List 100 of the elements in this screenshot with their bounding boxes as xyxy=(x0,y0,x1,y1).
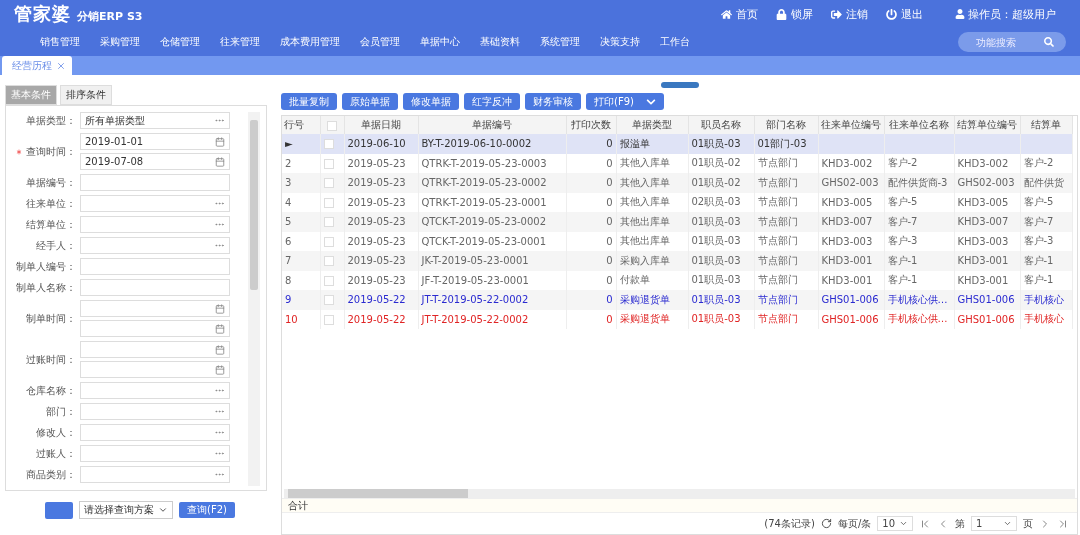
nav-item[interactable]: 单据中心 xyxy=(410,35,470,49)
column-header[interactable]: 职员名称 xyxy=(688,116,754,134)
close-icon[interactable] xyxy=(56,60,66,71)
checkbox[interactable] xyxy=(327,120,337,131)
table-cell: GHS01-006 xyxy=(818,309,884,329)
input-field[interactable] xyxy=(80,237,230,254)
input-field[interactable] xyxy=(80,216,230,233)
calendar-icon[interactable] xyxy=(215,136,225,147)
search-input[interactable]: 功能搜索 xyxy=(974,35,1044,49)
page-tab[interactable]: 经营历程 xyxy=(2,56,72,75)
input-field[interactable] xyxy=(80,300,230,317)
query-button[interactable]: 查询(F2) xyxy=(179,502,235,518)
input-field[interactable]: 所有单据类型 xyxy=(80,112,230,129)
column-header[interactable]: 行号 xyxy=(282,116,320,134)
nav-item[interactable]: 工作台 xyxy=(650,35,700,49)
header-link[interactable]: 退出 xyxy=(886,6,923,22)
column-header[interactable]: 结算单 xyxy=(1020,116,1072,134)
table-cell: 客户-1 xyxy=(884,251,954,271)
print-button[interactable]: 打印(F9) xyxy=(586,93,664,110)
table-cell: 0 xyxy=(566,251,616,271)
column-header[interactable]: 往来单位名称 xyxy=(884,116,954,134)
scheme-select[interactable]: 请选择查询方案 xyxy=(79,501,173,519)
toolbar-button[interactable]: 红字反冲 xyxy=(464,93,520,110)
page-suffix: 页 xyxy=(1023,516,1033,531)
nav-item[interactable]: 往来管理 xyxy=(210,35,270,49)
toolbar-button[interactable]: 修改单据 xyxy=(403,93,459,110)
checkbox[interactable] xyxy=(323,217,334,228)
checkbox[interactable] xyxy=(323,256,334,267)
search-field[interactable]: 功能搜索 xyxy=(958,32,1066,52)
nav-item[interactable]: 仓储管理 xyxy=(150,35,210,49)
toolbar-button[interactable]: 原始单据 xyxy=(342,93,398,110)
table-cell: 节点部门 xyxy=(754,173,818,193)
first-page-icon[interactable] xyxy=(919,517,931,530)
table-cell: 01职员-02 xyxy=(688,173,754,193)
calendar-icon[interactable] xyxy=(215,364,225,375)
input-field[interactable] xyxy=(80,445,230,462)
input-field[interactable]: 2019-07-08 xyxy=(80,153,230,170)
input-field[interactable] xyxy=(80,466,230,483)
row-number: 5 xyxy=(282,212,320,232)
checkbox[interactable] xyxy=(323,275,334,286)
nav-item[interactable]: 成本费用管理 xyxy=(270,35,350,49)
table-cell: 2019-05-22 xyxy=(344,309,418,329)
nav-item[interactable]: 基础资料 xyxy=(470,35,530,49)
toolbar-button[interactable]: 财务审核 xyxy=(525,93,581,110)
calendar-icon[interactable] xyxy=(215,156,225,167)
column-header[interactable]: 打印次数 xyxy=(566,116,616,134)
input-field[interactable] xyxy=(80,279,230,296)
collapse-handle[interactable] xyxy=(661,82,699,88)
header-link[interactable]: 锁屏 xyxy=(776,6,813,22)
search-icon[interactable] xyxy=(1044,37,1054,47)
input-field[interactable]: 2019-01-01 xyxy=(80,133,230,150)
nav-item[interactable]: 决策支持 xyxy=(590,35,650,49)
chevron-down-icon xyxy=(158,505,168,515)
input-field[interactable] xyxy=(80,361,230,378)
input-field[interactable] xyxy=(80,382,230,399)
column-header[interactable]: 往来单位编号 xyxy=(818,116,884,134)
column-header[interactable]: 部门名称 xyxy=(754,116,818,134)
header-link[interactable]: 注销 xyxy=(831,6,868,22)
input-field[interactable] xyxy=(80,341,230,358)
per-page-select[interactable]: 10 xyxy=(877,516,913,531)
calendar-icon[interactable] xyxy=(215,303,225,314)
logo: 管家婆 xyxy=(14,2,71,26)
refresh-icon[interactable] xyxy=(820,518,832,529)
input-field[interactable] xyxy=(80,320,230,337)
checkbox[interactable] xyxy=(323,236,334,247)
calendar-icon[interactable] xyxy=(215,344,225,355)
column-header[interactable]: 单据编号 xyxy=(418,116,566,134)
toolbar-button[interactable]: 批量复制 xyxy=(281,93,337,110)
checkbox[interactable] xyxy=(323,197,334,208)
table-cell: 0 xyxy=(566,212,616,232)
input-field[interactable] xyxy=(80,174,230,191)
column-header[interactable]: 结算单位编号 xyxy=(954,116,1020,134)
input-field[interactable] xyxy=(80,403,230,420)
checkbox[interactable] xyxy=(323,178,334,189)
header-link[interactable]: 首页 xyxy=(721,6,758,22)
input-field[interactable] xyxy=(80,258,230,275)
checkbox[interactable] xyxy=(323,295,334,306)
calendar-icon[interactable] xyxy=(215,323,225,334)
filter-tab[interactable]: 排序条件 xyxy=(60,85,112,105)
row-number: 7 xyxy=(282,251,320,271)
field-label: 单据类型： xyxy=(25,113,77,128)
lock-icon xyxy=(776,8,787,20)
input-field[interactable] xyxy=(80,195,230,212)
filter-tab[interactable]: 基本条件 xyxy=(5,85,57,105)
nav-item[interactable]: 会员管理 xyxy=(350,35,410,49)
nav-item[interactable]: 销售管理 xyxy=(30,35,90,49)
nav-item[interactable]: 系统管理 xyxy=(530,35,590,49)
column-header[interactable]: 单据日期 xyxy=(344,116,418,134)
page-select[interactable]: 1 xyxy=(971,516,1017,531)
options-button[interactable] xyxy=(45,501,73,519)
horizontal-scrollbar[interactable] xyxy=(284,489,1075,498)
column-header[interactable]: 单据类型 xyxy=(616,116,688,134)
scrollbar[interactable] xyxy=(248,112,260,486)
last-page-icon[interactable] xyxy=(1057,517,1069,530)
checkbox[interactable] xyxy=(323,139,334,150)
input-field[interactable] xyxy=(80,424,230,441)
checkbox[interactable] xyxy=(323,314,334,325)
checkbox[interactable] xyxy=(323,158,334,169)
nav-item[interactable]: 采购管理 xyxy=(90,35,150,49)
product-name: 分销ERP S3 xyxy=(77,8,143,24)
